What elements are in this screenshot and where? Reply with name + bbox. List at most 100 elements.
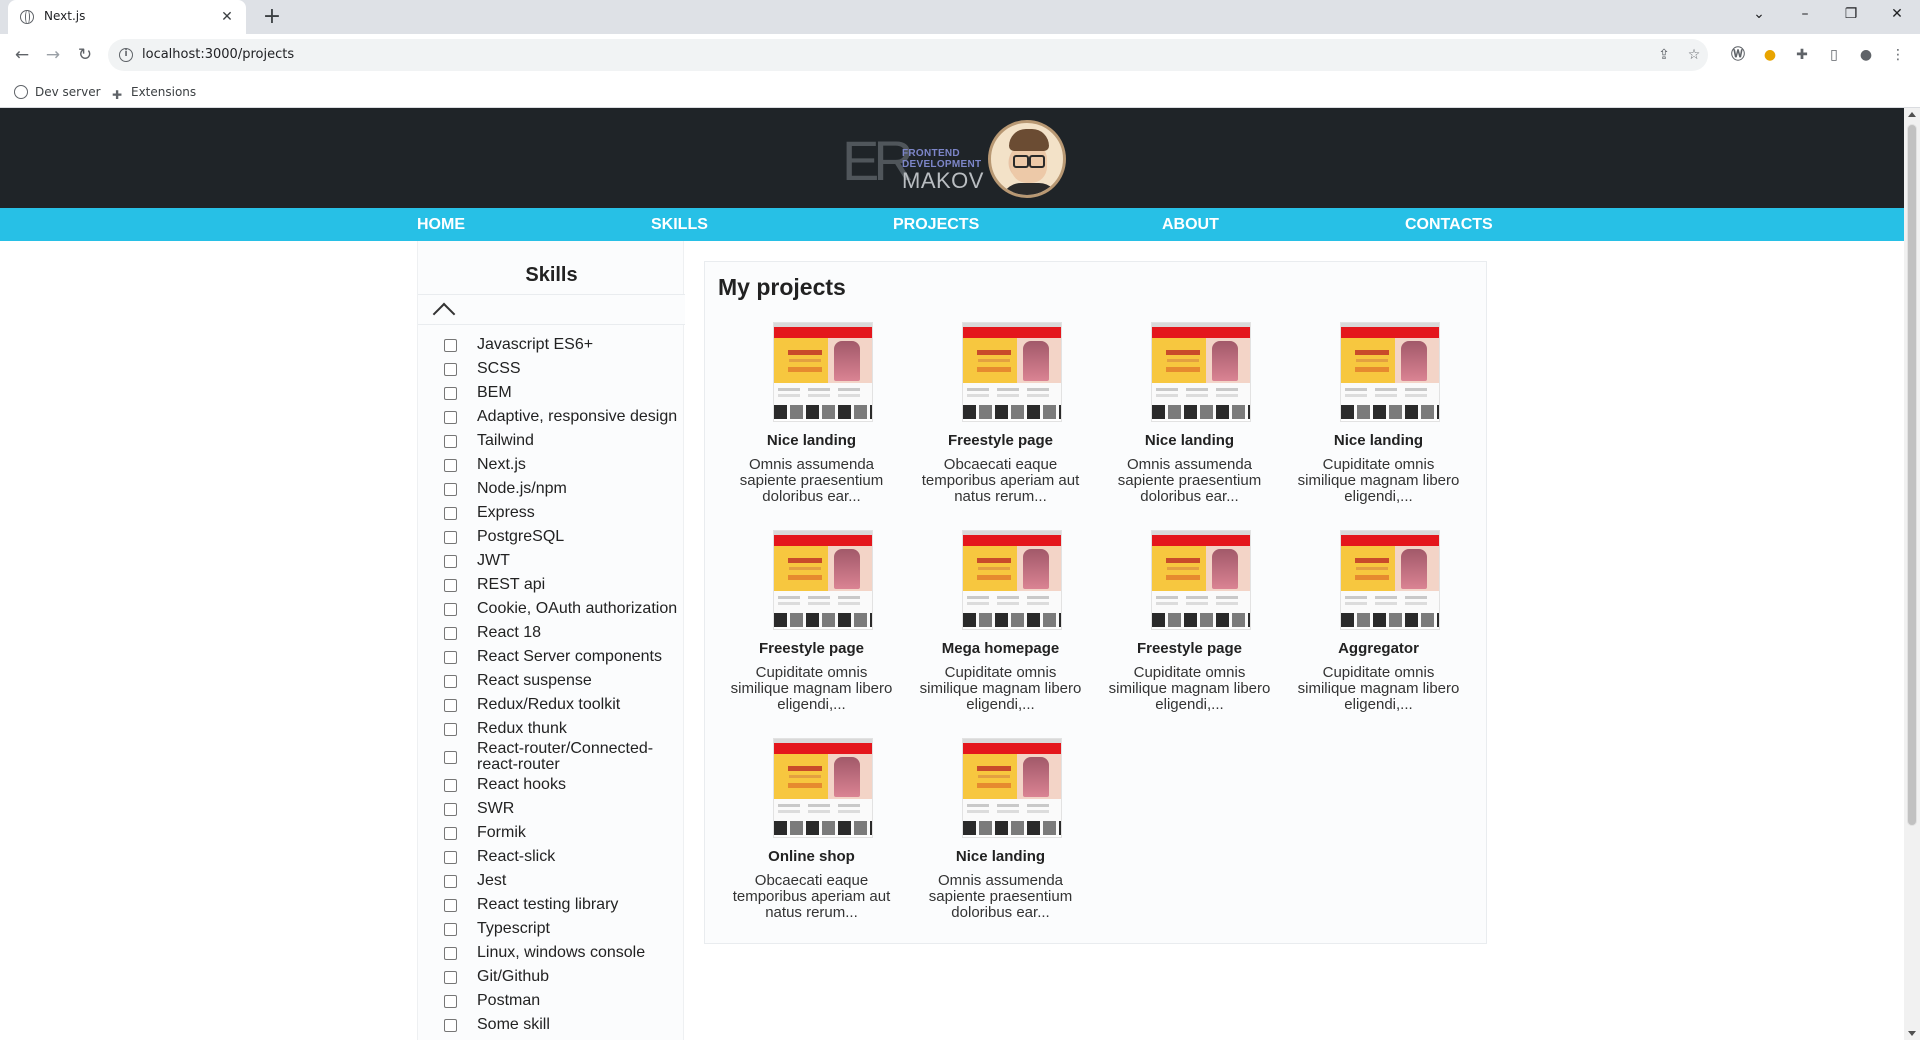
project-title[interactable]: Nice landing [1095, 432, 1284, 449]
skill-filter-item[interactable]: Adaptive, responsive design [418, 405, 685, 429]
skill-checkbox[interactable] [444, 898, 457, 912]
skill-checkbox[interactable] [444, 674, 457, 688]
skill-filter-item[interactable]: Redux thunk [418, 717, 685, 741]
project-thumbnail[interactable] [773, 530, 873, 630]
browser-tab[interactable]: Next.js ✕ [8, 0, 246, 34]
skill-filter-item[interactable]: React testing library [418, 893, 685, 917]
skill-filter-item[interactable]: SWR [418, 797, 685, 821]
project-thumbnail[interactable] [1151, 322, 1251, 422]
skill-checkbox[interactable] [444, 922, 457, 936]
project-card[interactable]: Freestyle page Obcaecati eaque temporibus… [906, 322, 1095, 512]
address-url[interactable]: localhost:3000/projects [142, 47, 294, 62]
skill-filter-item[interactable]: React suspense [418, 669, 685, 693]
project-title[interactable]: Nice landing [717, 432, 906, 449]
scroll-down-arrow-icon[interactable] [1908, 1031, 1916, 1036]
project-thumbnail[interactable] [773, 738, 873, 838]
skill-filter-item[interactable]: Javascript ES6+ [418, 333, 685, 357]
project-thumbnail[interactable] [962, 322, 1062, 422]
scroll-up-arrow-icon[interactable] [1908, 112, 1916, 117]
scrollbar-thumb[interactable] [1907, 124, 1917, 826]
address-bar[interactable]: i localhost:3000/projects ⇪ ☆ [108, 39, 1708, 71]
skill-checkbox[interactable] [444, 850, 457, 864]
skills-collapse-toggle[interactable] [418, 294, 685, 326]
project-thumbnail[interactable] [962, 530, 1062, 630]
project-card[interactable]: Nice landing Omnis assumenda sapiente pra… [1095, 322, 1284, 512]
restore-icon[interactable]: ❐ [1828, 0, 1874, 30]
project-title[interactable]: Nice landing [906, 848, 1095, 865]
skill-checkbox[interactable] [444, 362, 457, 376]
skill-checkbox[interactable] [444, 386, 457, 400]
project-card[interactable]: Mega homepage Cupiditate omnis similique … [906, 530, 1095, 720]
skill-checkbox[interactable] [444, 410, 457, 424]
nav-home[interactable]: HOME [417, 216, 465, 234]
skill-filter-item[interactable]: React 18 [418, 621, 685, 645]
skill-checkbox[interactable] [444, 506, 457, 520]
project-title[interactable]: Freestyle page [906, 432, 1095, 449]
skill-checkbox[interactable] [444, 626, 457, 640]
bookmark-extensions[interactable]: ✚ Extensions [110, 83, 196, 102]
skill-filter-item[interactable]: React-slick [418, 845, 685, 869]
tab-search-chevron-icon[interactable]: ⌄ [1736, 0, 1782, 30]
skill-checkbox[interactable] [444, 482, 457, 496]
project-thumbnail[interactable] [773, 322, 873, 422]
skill-filter-item[interactable]: Express [418, 501, 685, 525]
skill-checkbox[interactable] [444, 530, 457, 544]
extensions-puzzle-icon[interactable]: ✚ [1792, 45, 1812, 65]
skill-checkbox[interactable] [444, 750, 457, 764]
skill-filter-item[interactable]: Postman [418, 989, 685, 1013]
project-card[interactable]: Freestyle page Cupiditate omnis similique… [717, 530, 906, 720]
skill-filter-item[interactable]: Next.js [418, 453, 685, 477]
project-thumbnail[interactable] [1151, 530, 1251, 630]
skill-checkbox[interactable] [444, 722, 457, 736]
skill-filter-item[interactable]: Redux/Redux toolkit [418, 693, 685, 717]
skill-filter-item[interactable]: Linux, windows console [418, 941, 685, 965]
project-thumbnail[interactable] [1340, 322, 1440, 422]
skill-checkbox[interactable] [444, 778, 457, 792]
skill-checkbox[interactable] [444, 994, 457, 1008]
wordpress-extension-icon[interactable]: Ⓦ [1728, 45, 1748, 65]
skill-checkbox[interactable] [444, 578, 457, 592]
skill-filter-item[interactable]: React Server components [418, 645, 685, 669]
window-close-icon[interactable]: ✕ [1874, 0, 1920, 30]
skill-checkbox[interactable] [444, 434, 457, 448]
skill-filter-item[interactable]: Some skill [418, 1013, 685, 1037]
forward-arrow-icon[interactable]: → [40, 42, 66, 68]
side-panel-icon[interactable]: ▯ [1824, 45, 1844, 65]
profile-avatar-icon[interactable]: ● [1856, 45, 1876, 65]
project-card[interactable]: Aggregator Cupiditate omnis similique mag… [1284, 530, 1473, 720]
project-card[interactable]: Online shop Obcaecati eaque temporibus ap… [717, 738, 906, 928]
skill-filter-item[interactable]: React-router/Connected-react-router [418, 741, 685, 773]
project-title[interactable]: Freestyle page [717, 640, 906, 657]
project-card[interactable]: Freestyle page Cupiditate omnis similique… [1095, 530, 1284, 720]
project-thumbnail[interactable] [962, 738, 1062, 838]
project-card[interactable]: Nice landing Omnis assumenda sapiente pra… [717, 322, 906, 512]
bookmark-star-icon[interactable]: ☆ [1684, 45, 1704, 65]
reload-icon[interactable]: ↻ [72, 42, 98, 68]
skill-filter-item[interactable]: PostgreSQL [418, 525, 685, 549]
project-card[interactable]: Nice landing Omnis assumenda sapiente pra… [906, 738, 1095, 928]
skill-checkbox[interactable] [444, 554, 457, 568]
skill-filter-item[interactable]: Node.js/npm [418, 477, 685, 501]
site-info-icon[interactable]: i [119, 48, 133, 62]
bookmark-dev-server[interactable]: Dev server [14, 83, 101, 101]
project-title[interactable]: Online shop [717, 848, 906, 865]
project-title[interactable]: Aggregator [1284, 640, 1473, 657]
new-tab-button[interactable]: + [260, 5, 284, 29]
skill-filter-item[interactable]: Tailwind [418, 429, 685, 453]
skill-checkbox[interactable] [444, 826, 457, 840]
skill-checkbox[interactable] [444, 874, 457, 888]
project-thumbnail[interactable] [1340, 530, 1440, 630]
skill-checkbox[interactable] [444, 946, 457, 960]
skill-filter-item[interactable]: Git/Github [418, 965, 685, 989]
skill-filter-item[interactable]: Cookie, OAuth authorization [418, 597, 685, 621]
skill-filter-item[interactable]: JWT [418, 549, 685, 573]
skill-filter-item[interactable]: Jest [418, 869, 685, 893]
skill-filter-item[interactable]: Formik [418, 821, 685, 845]
site-logo[interactable]: ER FRONTEND DEVELOPMENT MAKOV [840, 120, 1066, 198]
nav-projects[interactable]: PROJECTS [893, 216, 979, 234]
skill-checkbox[interactable] [444, 458, 457, 472]
project-title[interactable]: Freestyle page [1095, 640, 1284, 657]
emoji-extension-icon[interactable]: ● [1760, 45, 1780, 65]
nav-contacts[interactable]: CONTACTS [1405, 216, 1493, 234]
skill-checkbox[interactable] [444, 970, 457, 984]
